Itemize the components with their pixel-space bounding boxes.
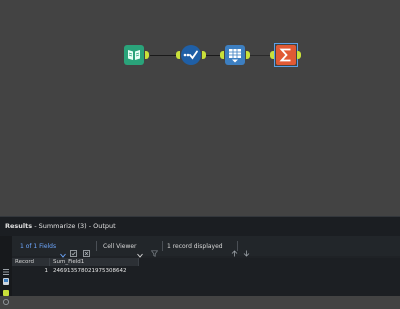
left-rail [0, 236, 12, 305]
output-anchor[interactable] [202, 51, 206, 59]
checklist-icon[interactable] [70, 242, 77, 257]
sigma-icon [276, 45, 296, 65]
book-icon [124, 45, 144, 65]
table-row-record-number: 1 [44, 268, 49, 274]
table-icon [225, 45, 245, 65]
output-anchor[interactable] [297, 51, 301, 59]
input-anchor[interactable] [220, 51, 224, 59]
close-box-icon[interactable] [83, 242, 90, 257]
chevron-down-icon[interactable] [137, 243, 144, 258]
arrow-up-icon[interactable] [231, 242, 238, 257]
cell-viewer-button[interactable]: Cell Viewer [103, 243, 137, 250]
column-header-record[interactable]: Record [12, 258, 50, 266]
output-anchor[interactable] [145, 51, 149, 59]
messages-icon[interactable] [3, 281, 9, 296]
output-anchor[interactable] [246, 51, 250, 59]
connection-3 [250, 55, 272, 56]
table-row-sum-value[interactable]: 246913578021975308642 [53, 267, 143, 276]
data-view-icon[interactable] [3, 270, 9, 285]
results-toolbar: 1 of 1 Fields Cell Viewer 1 record displ… [12, 236, 400, 258]
help-icon[interactable] [3, 290, 9, 305]
list-icon[interactable] [3, 260, 9, 275]
formula-tool[interactable] [181, 45, 201, 65]
results-header: Results - Summarize (3) - Output [0, 216, 400, 236]
summarize-tool[interactable] [276, 45, 296, 65]
browse-tool[interactable] [225, 45, 245, 65]
workflow-canvas[interactable] [0, 0, 400, 216]
results-grid: Record Sum_Field1 1 24691357802197530864… [12, 258, 400, 296]
chevron-down-icon[interactable] [60, 243, 67, 258]
results-panel: Results - Summarize (3) - Output 1 of 1 … [0, 216, 400, 305]
filter-icon[interactable] [150, 242, 159, 257]
toolbar-divider [96, 241, 97, 251]
input-data-tool[interactable] [124, 45, 144, 65]
fields-selector[interactable]: 1 of 1 Fields [20, 243, 56, 250]
input-anchor[interactable] [176, 51, 180, 59]
column-header-sum-field1[interactable]: Sum_Field1 [50, 258, 139, 266]
check-flow-icon [181, 45, 201, 65]
toolbar-divider [162, 241, 163, 251]
results-title: Results - Summarize (3) - Output [5, 222, 116, 230]
record-count: 1 record displayed [167, 243, 223, 250]
arrow-down-icon[interactable] [243, 242, 250, 257]
